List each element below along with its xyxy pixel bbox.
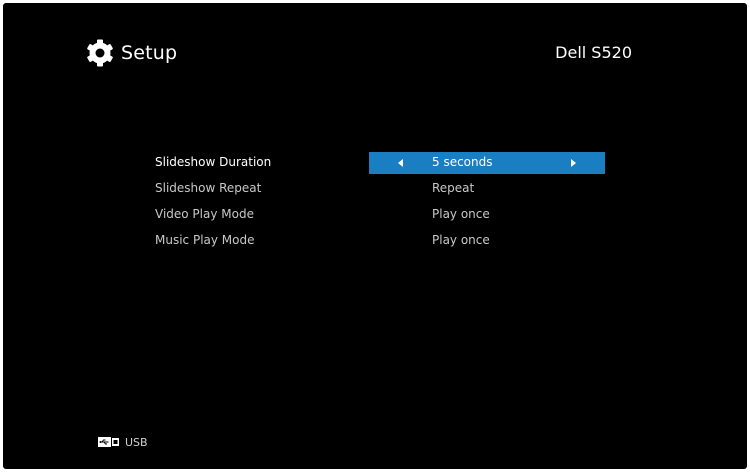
menu-item-label: Slideshow Repeat [155, 181, 262, 195]
menu-item-value: Play once [432, 207, 490, 221]
page-title: Setup [121, 42, 178, 64]
menu-item-value: Repeat [432, 181, 475, 195]
menu-item-slideshow-duration[interactable]: Slideshow Duration 5 seconds [3, 152, 747, 174]
input-source-indicator: USB [98, 435, 148, 449]
menu-item-value: Play once [432, 233, 490, 247]
device-model-label: Dell S520 [555, 43, 632, 62]
projector-osd-screen: Setup Dell S520 Slideshow Duration 5 sec… [3, 3, 747, 469]
input-source-label: USB [125, 435, 148, 449]
page-header: Setup [85, 37, 177, 69]
value-selector[interactable]: 5 seconds [369, 152, 605, 174]
arrow-right-icon[interactable] [571, 159, 576, 167]
menu-item-slideshow-repeat[interactable]: Slideshow Repeat Repeat [3, 178, 747, 200]
menu-item-value: 5 seconds [432, 155, 493, 169]
menu-item-music-play-mode[interactable]: Music Play Mode Play once [3, 230, 747, 252]
usb-icon [98, 437, 119, 447]
menu-item-video-play-mode[interactable]: Video Play Mode Play once [3, 204, 747, 226]
gear-icon [87, 39, 113, 67]
menu-item-label: Video Play Mode [155, 207, 254, 221]
menu-item-label: Slideshow Duration [155, 155, 272, 169]
menu-item-label: Music Play Mode [155, 233, 255, 247]
arrow-left-icon[interactable] [398, 159, 403, 167]
